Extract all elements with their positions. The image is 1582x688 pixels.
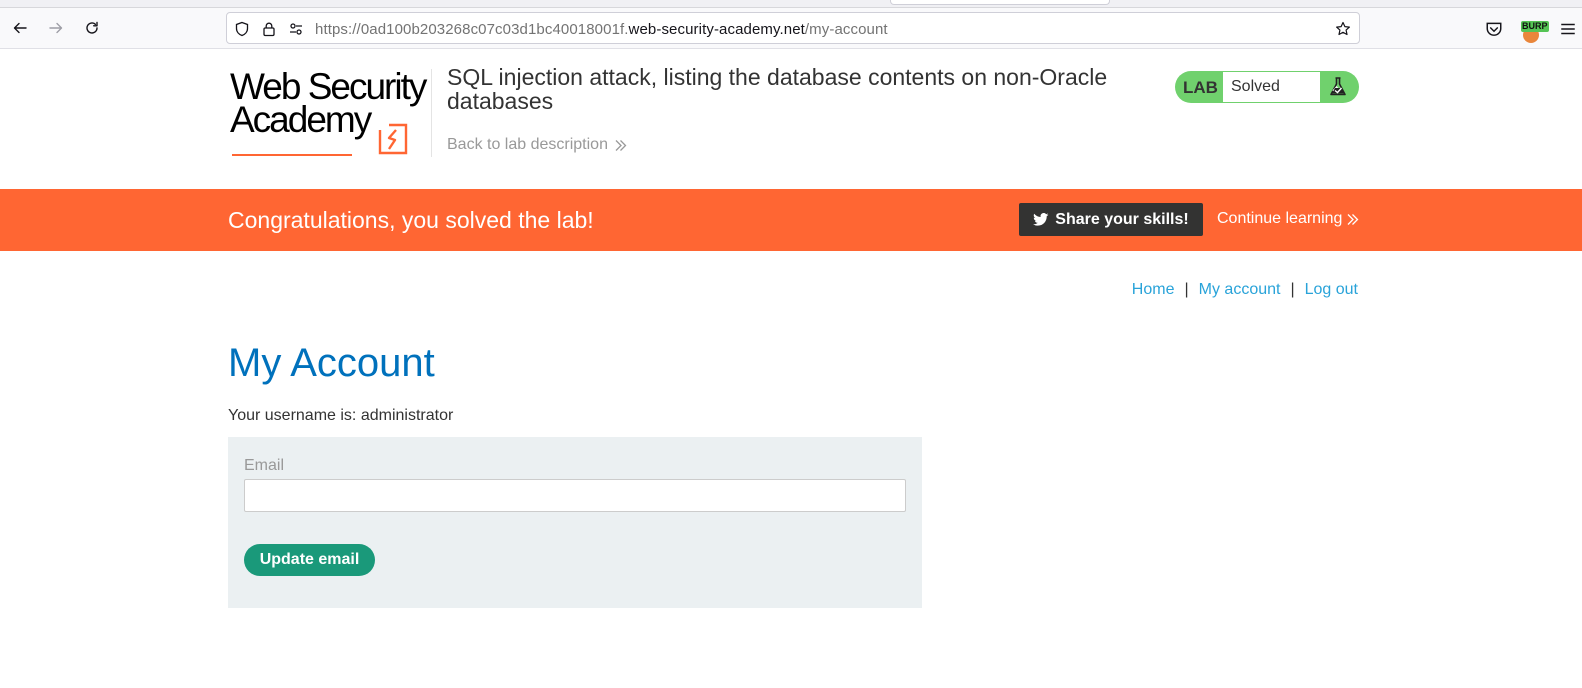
continue-learning-label: Continue learning (1217, 210, 1343, 227)
share-skills-button[interactable]: Share your skills! (1019, 203, 1203, 236)
url-prefix: https://0ad100b203268c07c03d1bc40018001f… (315, 21, 629, 38)
reload-icon (86, 21, 98, 34)
arrow-left-icon (13, 22, 27, 34)
logo-text-line2: Academy (230, 99, 372, 140)
lab-status-tag: LAB (1183, 78, 1218, 97)
twitter-icon (1033, 212, 1049, 226)
home-link[interactable]: Home (1132, 281, 1175, 299)
email-field[interactable] (244, 479, 906, 512)
url-text[interactable]: https://0ad100b203268c07c03d1bc40018001f… (315, 21, 888, 38)
url-host: web-security-academy.net (628, 21, 805, 38)
pocket-icon[interactable] (1482, 17, 1506, 41)
arrow-right-icon (49, 22, 63, 34)
forward-button[interactable] (42, 14, 70, 42)
lab-title: SQL injection attack, listing the databa… (447, 64, 1108, 114)
username-text: Your username is: administrator (228, 407, 454, 424)
flask-icon (1330, 77, 1346, 96)
lab-status-widget: LAB Solved (1175, 71, 1359, 103)
shield-icon[interactable] (233, 20, 251, 38)
nav-separator: | (1184, 281, 1189, 298)
account-nav: Home | My account | Log out (1132, 281, 1358, 299)
congratulations-banner: Congratulations, you solved the lab! Sha… (0, 189, 1582, 251)
burp-badge-text: BURP (1521, 21, 1549, 32)
url-path: /my-account (804, 21, 888, 38)
active-tab-edge[interactable] (890, 0, 1110, 5)
web-security-academy-logo[interactable]: Web Security Academy (230, 67, 430, 156)
menu-icon[interactable] (1556, 17, 1580, 41)
permissions-icon[interactable] (287, 20, 305, 38)
update-email-button[interactable]: Update email (244, 544, 375, 576)
back-link-label: Back to lab description (447, 136, 608, 153)
double-chevron-right-icon (1347, 213, 1359, 225)
lab-header: Web Security Academy SQL injection attac… (0, 49, 1582, 189)
lock-icon[interactable] (260, 20, 278, 38)
congratulations-message: Congratulations, you solved the lab! (228, 207, 594, 233)
continue-learning-link[interactable]: Continue learning (1217, 210, 1359, 228)
header-divider (431, 69, 432, 157)
log-out-link[interactable]: Log out (1305, 281, 1358, 299)
browser-toolbar: https://0ad100b203268c07c03d1bc40018001f… (0, 8, 1582, 49)
lab-status-value: Solved (1223, 72, 1320, 102)
share-skills-label: Share your skills! (1055, 210, 1189, 228)
email-label: Email (244, 457, 285, 474)
double-chevron-right-icon (615, 139, 627, 151)
tab-strip (0, 0, 1582, 8)
address-bar[interactable]: https://0ad100b203268c07c03d1bc40018001f… (226, 12, 1360, 44)
back-button[interactable] (6, 14, 34, 42)
back-to-lab-description-link[interactable]: Back to lab description (447, 136, 627, 154)
reload-button[interactable] (78, 14, 106, 42)
bookmark-star-icon[interactable] (1334, 20, 1352, 38)
burp-extension-icon[interactable]: BURP (1520, 21, 1549, 43)
change-email-form: Email Update email (228, 437, 922, 608)
logo-lightning-icon (378, 123, 408, 155)
logo-underline (232, 154, 352, 156)
nav-separator: | (1290, 281, 1295, 298)
my-account-link[interactable]: My account (1199, 281, 1281, 299)
page-title: My Account (228, 341, 435, 385)
